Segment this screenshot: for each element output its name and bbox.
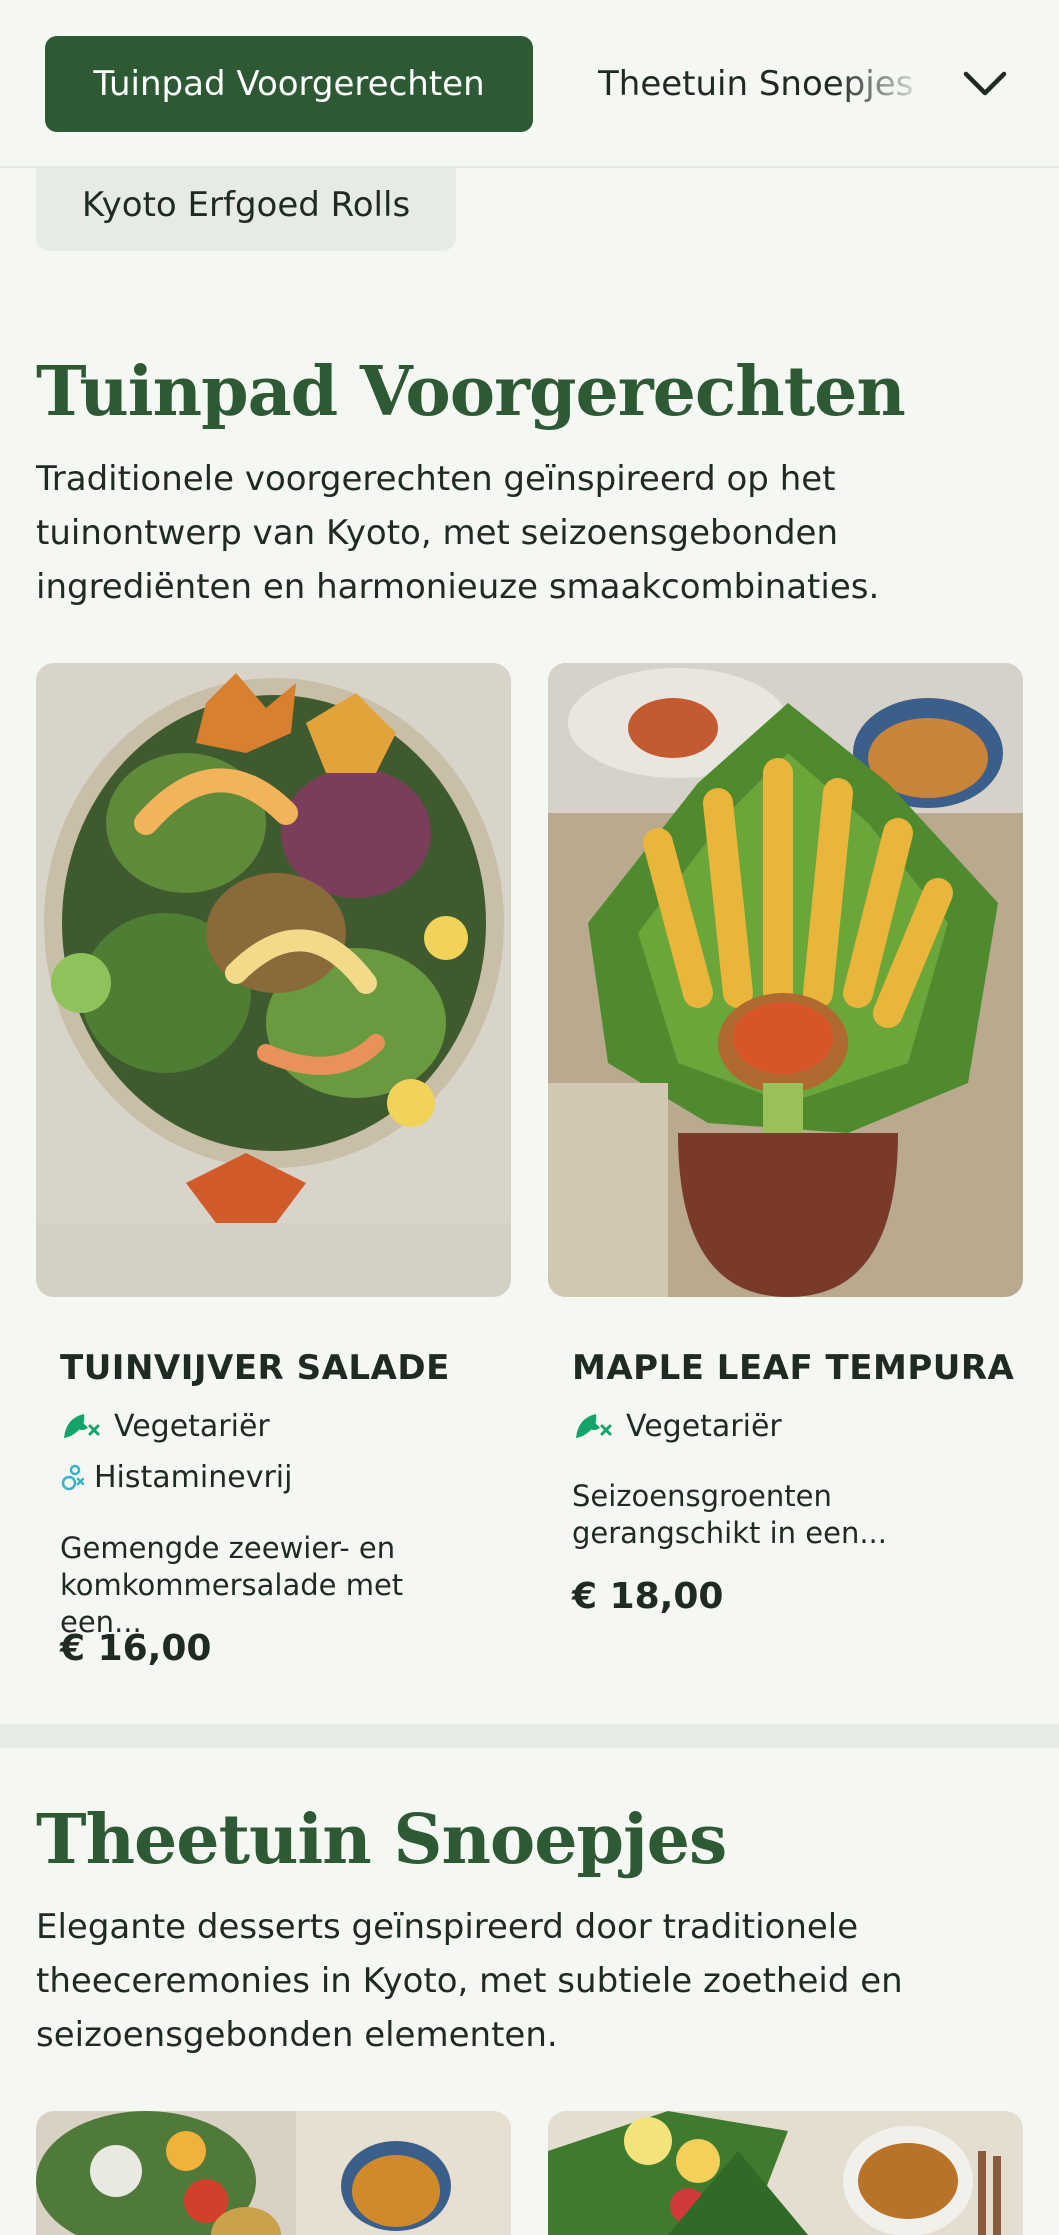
histamine-free-icon [60, 1463, 84, 1493]
vegetarian-leaf-icon [60, 1408, 102, 1444]
dish-description: Seizoensgroenten gerangschikt in een... [572, 1479, 887, 1550]
dish-image-tea-sweets[interactable] [548, 2111, 1023, 2235]
dish-price: € 18,00 [572, 1576, 724, 1617]
vegetarian-leaf-icon [572, 1408, 614, 1444]
dish-tag-histamine-free: Histaminevrij [60, 1460, 292, 1495]
dish-tag-label: Vegetariër [626, 1408, 782, 1444]
dish-tag-label: Vegetariër [114, 1408, 270, 1444]
dish-name[interactable]: MAPLE LEAF TEMPURA [572, 1348, 1014, 1388]
chevron-down-icon[interactable] [960, 62, 1010, 106]
tab-theetuin-snoepjes[interactable]: Theetuin Snoepjes [598, 36, 928, 132]
dish-tag-vegetarian: Vegetariër [572, 1408, 782, 1444]
dish-tag-label: Histaminevrij [94, 1460, 293, 1495]
dish-tag-vegetarian: Vegetariër [60, 1408, 270, 1444]
dish-image-salad[interactable] [36, 663, 511, 1297]
section-title: Theetuin Snoepjes [36, 1800, 727, 1880]
section-description: Traditionele voorgerechten geïnspireerd … [36, 459, 880, 607]
section-title: Tuinpad Voorgerechten [36, 352, 906, 432]
dish-price: € 16,00 [60, 1628, 212, 1669]
tab-tuinpad-voorgerechten[interactable]: Tuinpad Voorgerechten [45, 36, 533, 132]
dish-image-tempura[interactable] [548, 663, 1023, 1297]
section-divider [0, 1724, 1059, 1748]
section-description: Elegante desserts geïnspireerd door trad… [36, 1907, 903, 2055]
dish-description: Gemengde zeewier- en komkommersalade met… [60, 1531, 404, 1639]
category-nav: Tuinpad Voorgerechten Theetuin Snoepjes [0, 0, 1059, 168]
dish-name[interactable]: TUINVIJVER SALADE [60, 1348, 450, 1388]
dish-image-dessert[interactable] [36, 2111, 511, 2235]
